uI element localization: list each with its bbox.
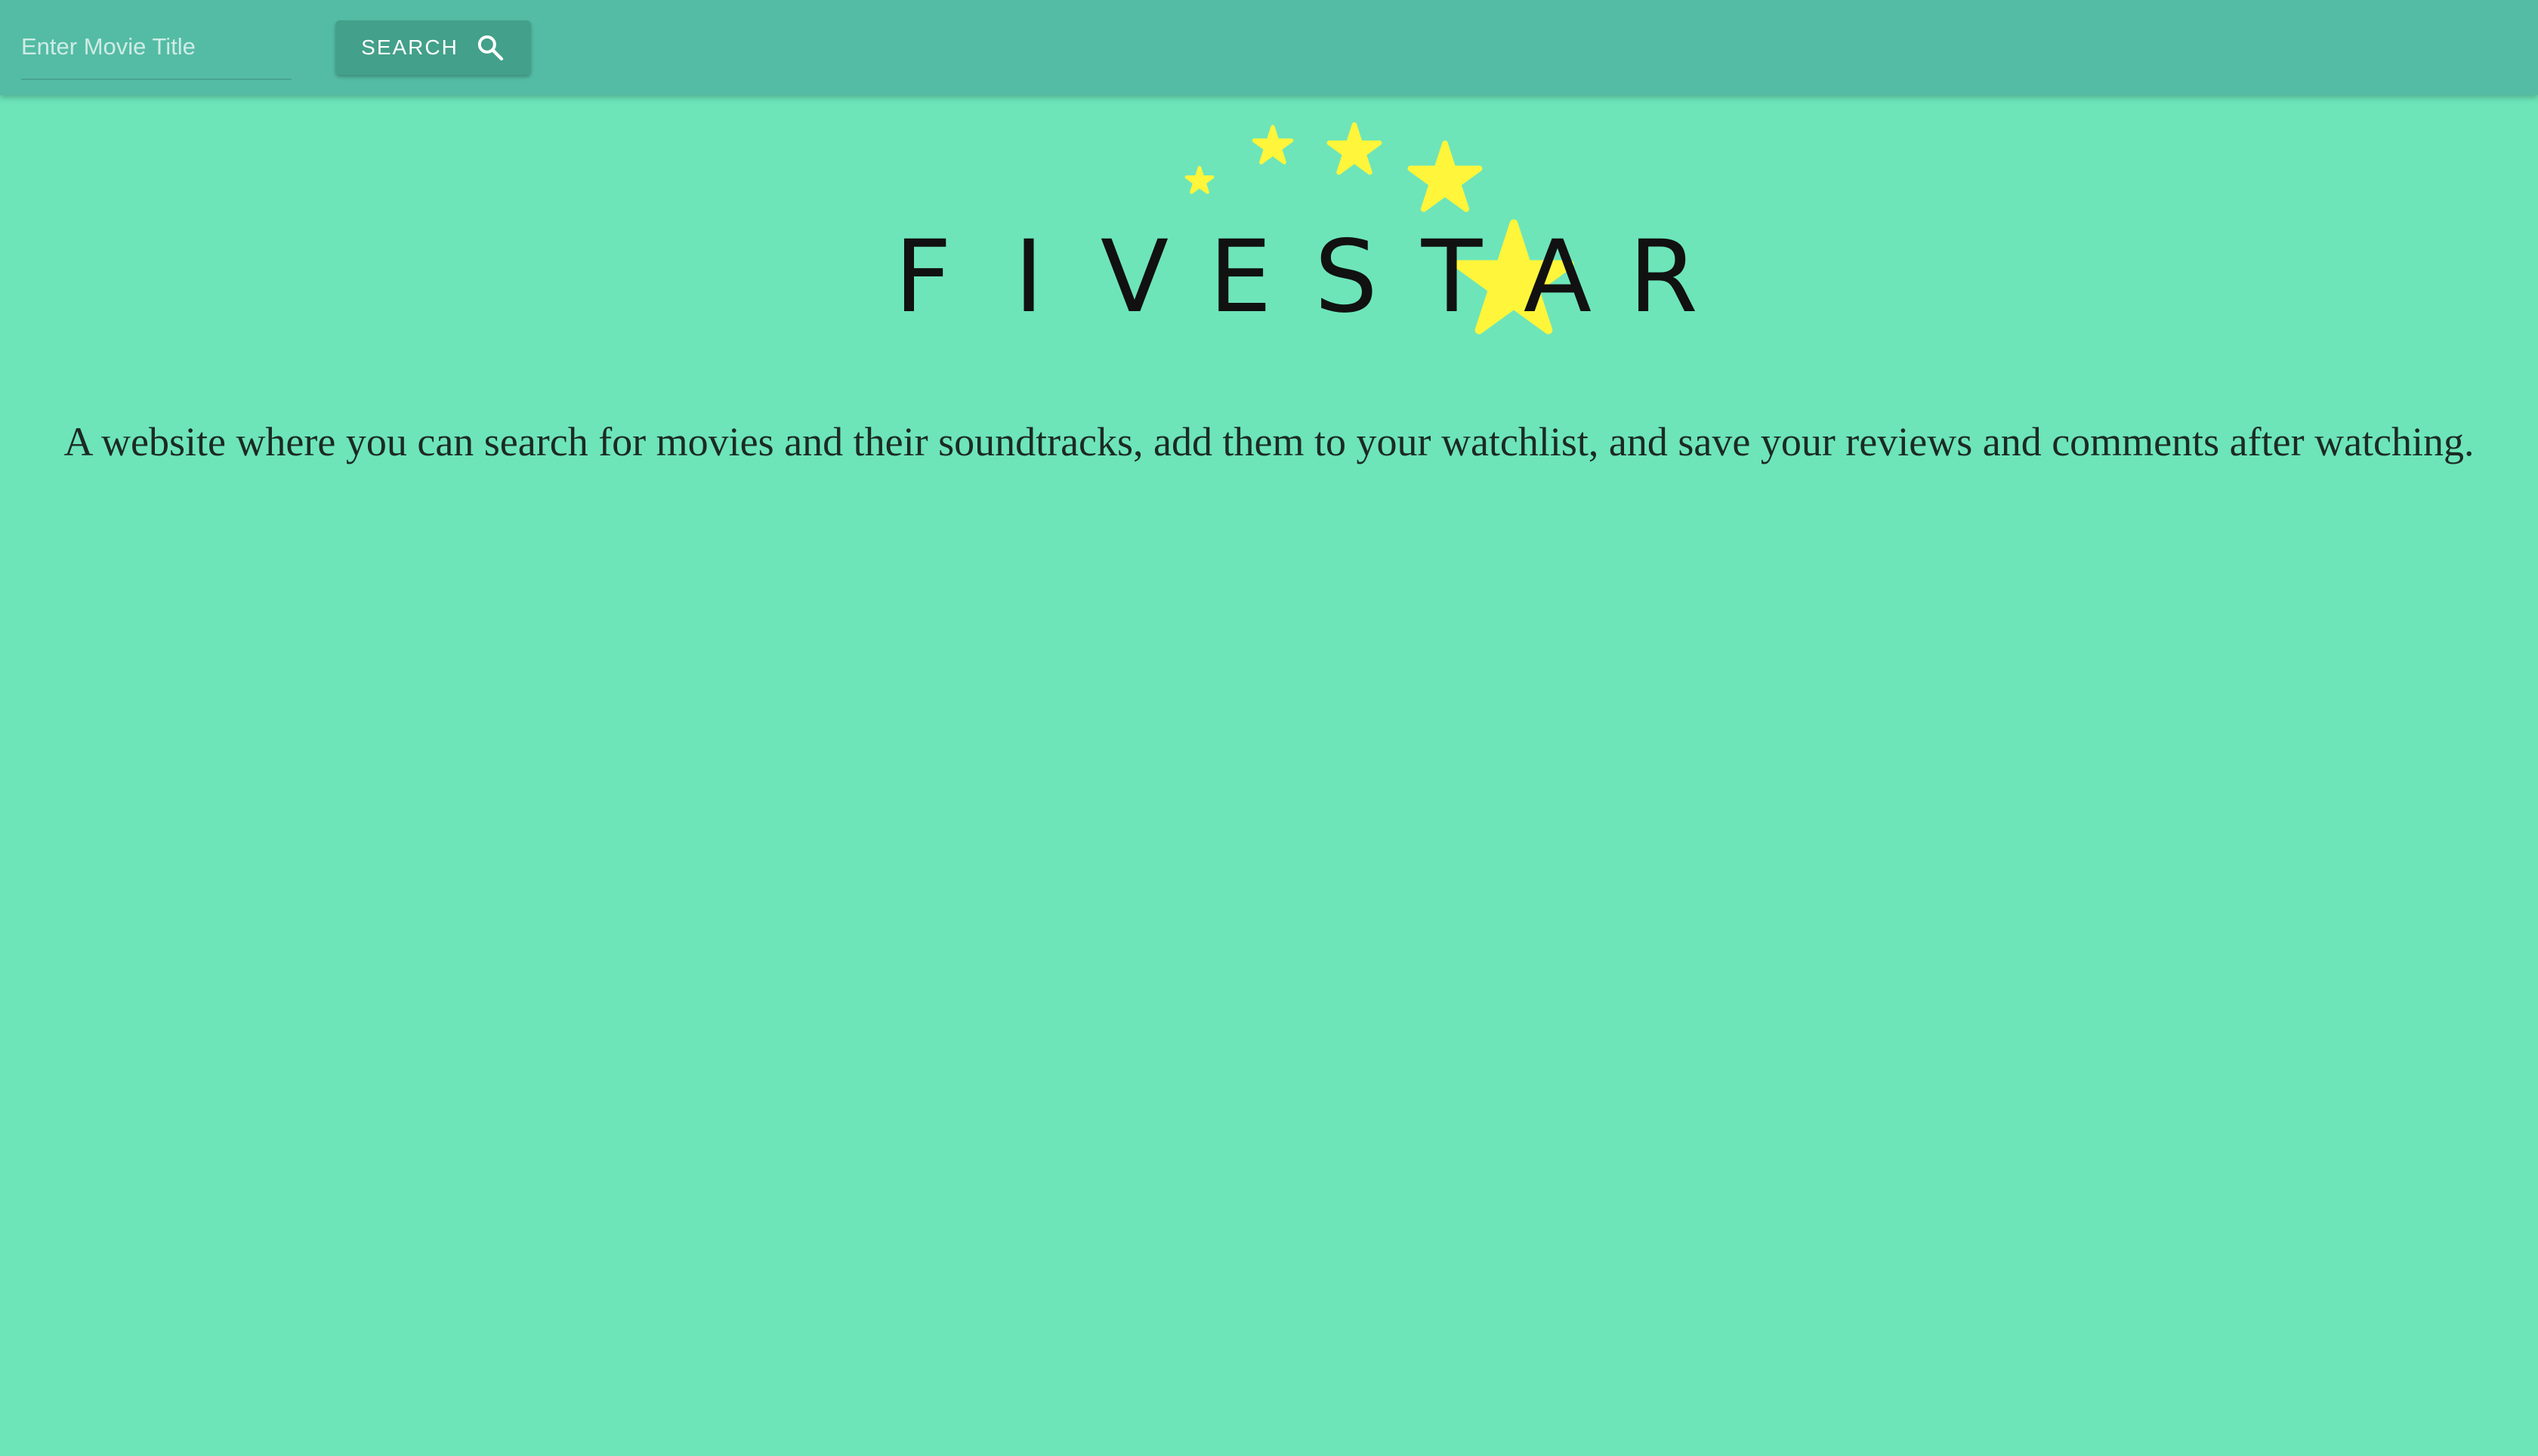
logo-letter: E	[1209, 219, 1272, 335]
logo-letter: S	[1314, 219, 1378, 335]
logo-letter: I	[1014, 219, 1044, 335]
fivestar-logo: F I V E S T A R	[831, 113, 1707, 355]
movie-search-field[interactable]	[21, 20, 292, 80]
search-button-label: SEARCH	[361, 35, 459, 59]
star-icon	[1254, 127, 1291, 162]
app-header: SEARCH	[0, 0, 2538, 95]
logo-letter: T	[1421, 219, 1483, 335]
star-icon	[1187, 168, 1212, 193]
search-icon	[475, 32, 505, 63]
logo-letter: V	[1100, 219, 1169, 335]
search-button[interactable]: SEARCH	[335, 20, 531, 75]
movie-search-input[interactable]	[21, 20, 292, 74]
logo-letter: R	[1629, 219, 1698, 335]
star-icon	[1329, 125, 1380, 172]
logo-letter: A	[1523, 219, 1592, 335]
logo-wordmark: F I V E S T A R	[870, 219, 1716, 335]
logo-letter: F	[894, 219, 952, 335]
site-tagline: A website where you can search for movie…	[63, 419, 2475, 464]
star-icon	[1410, 143, 1479, 209]
